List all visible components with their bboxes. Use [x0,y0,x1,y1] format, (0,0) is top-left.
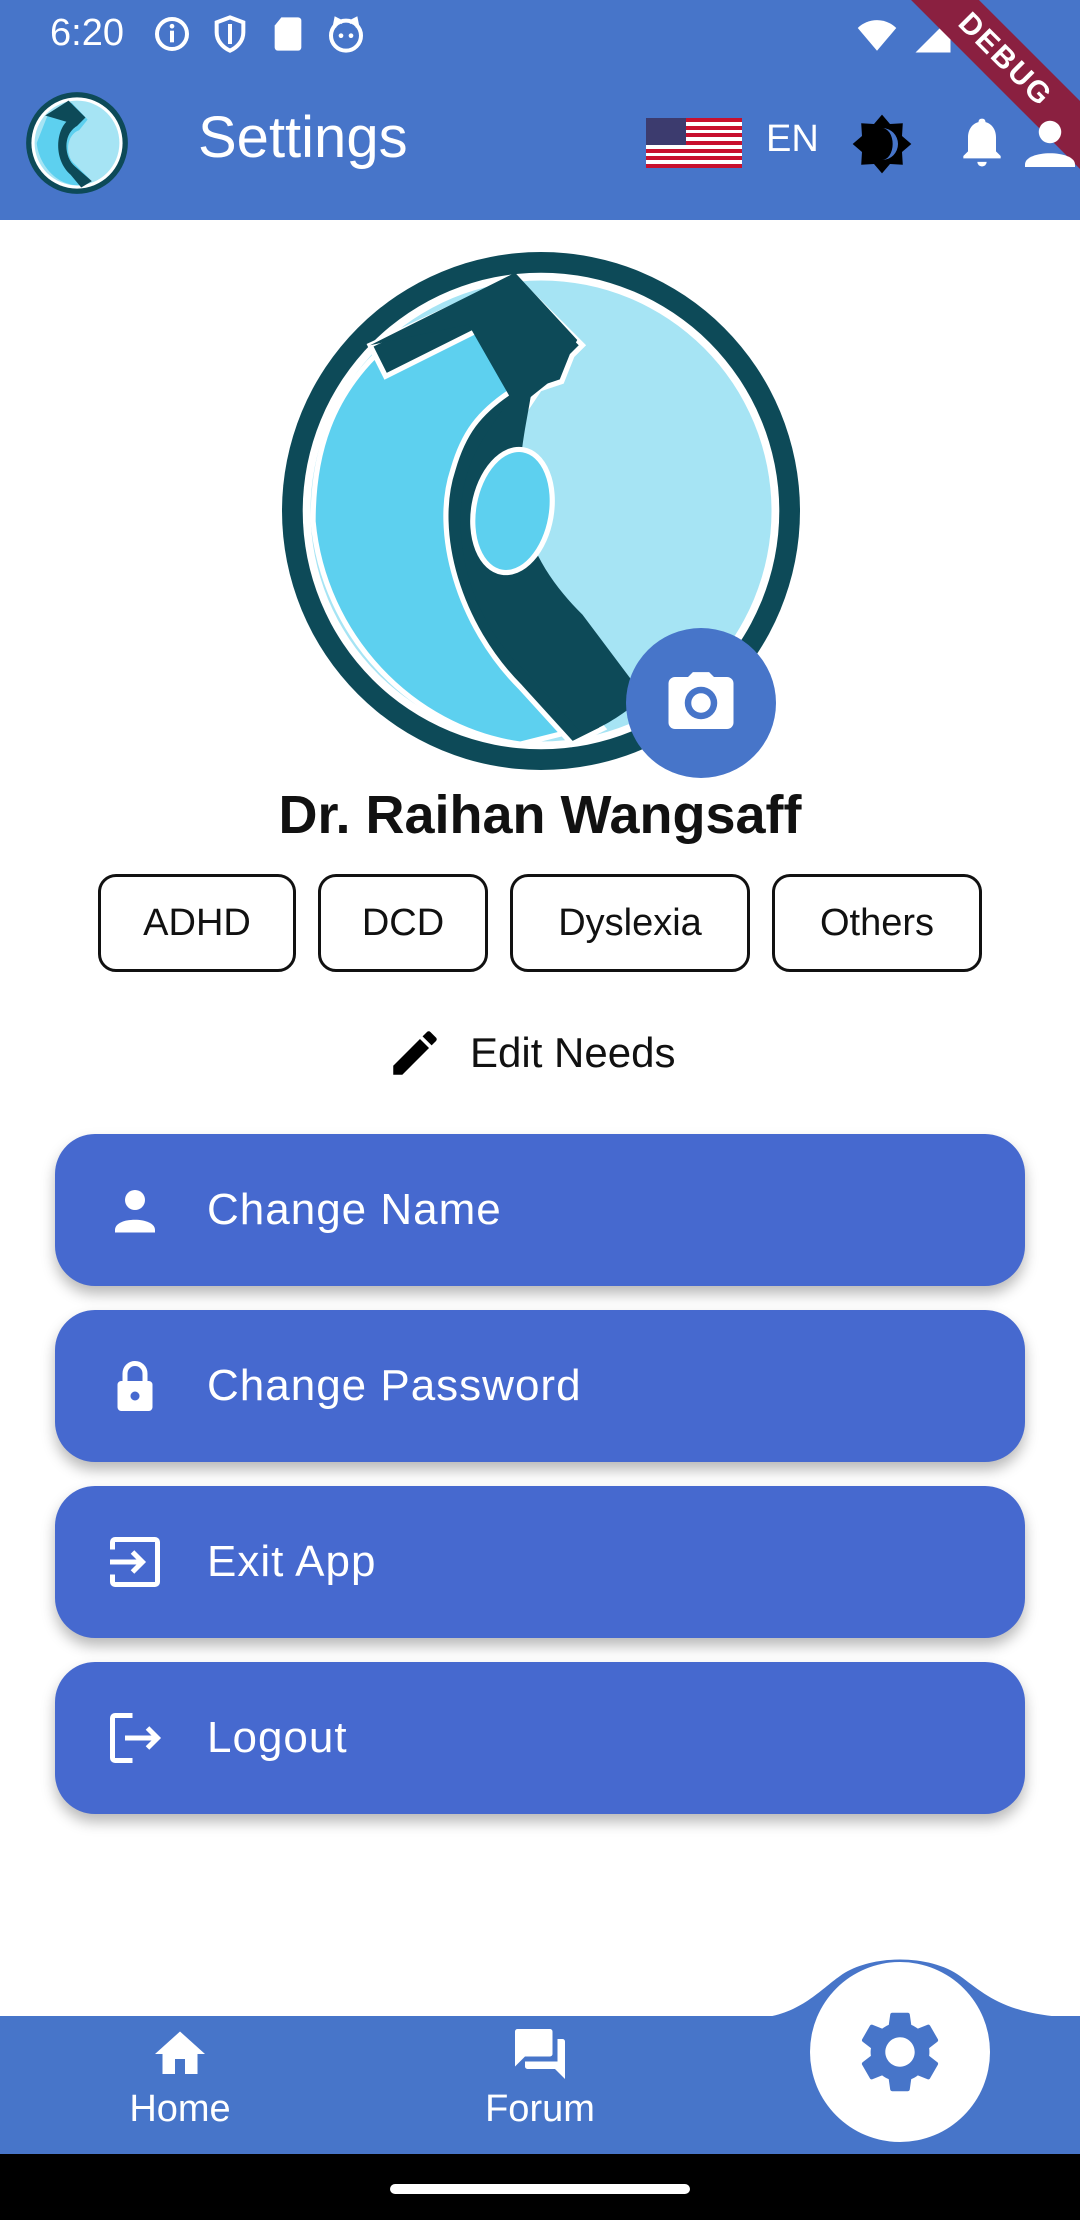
gear-icon [861,2012,939,2092]
needs-chips: ADHD DCD Dyslexia Others [98,874,982,972]
pencil-icon [393,1031,437,1075]
home-gesture-pill[interactable] [390,2184,690,2194]
lock-icon [117,1361,153,1411]
change-name-label: Change Name [207,1185,502,1234]
settings-fab[interactable] [810,1962,990,2142]
exit-icon [110,1537,160,1587]
nav-home-label: Home [129,2088,231,2130]
us-flag-icon[interactable] [646,118,742,168]
nav-home[interactable]: Home [80,2024,280,2131]
home-icon [155,2031,205,2074]
need-chip[interactable]: Others [772,874,982,972]
change-photo-button[interactable] [626,628,776,778]
need-chip[interactable]: Dyslexia [510,874,750,972]
app-logo [26,92,128,194]
user-name: Dr. Raihan Wangsaff [278,785,802,845]
shield-icon [214,15,246,53]
nav-forum[interactable]: Forum [440,2024,640,2131]
user-icon[interactable] [1020,112,1080,172]
edit-needs-label: Edit Needs [470,1029,676,1076]
bell-icon[interactable] [954,112,1010,172]
logout-label: Logout [207,1713,348,1762]
cat-icon [329,16,363,53]
need-chip[interactable]: ADHD [98,874,296,972]
logout-icon [110,1713,162,1763]
edit-needs-button[interactable]: Edit Needs [386,1024,675,1082]
sd-card-icon [274,17,302,51]
theme-icon[interactable] [850,112,914,176]
nav-forum-label: Forum [485,2088,595,2130]
app-bar: 6:20 DEBUG Settings EN [0,0,1080,220]
change-name-button[interactable]: Change Name [55,1134,1025,1286]
person-icon [115,1190,155,1233]
status-left-icons [152,14,366,54]
change-password-label: Change Password [207,1361,582,1410]
need-chip[interactable]: DCD [318,874,488,972]
exit-app-button[interactable]: Exit App [55,1486,1025,1638]
camera-icon [668,672,734,729]
wifi-icon [857,20,897,51]
logout-button[interactable]: Logout [55,1662,1025,1814]
language-code[interactable]: EN [766,118,819,161]
page-title: Settings [198,105,408,170]
forum-icon [515,2029,565,2079]
exit-app-label: Exit App [207,1537,377,1586]
status-time: 6:20 [50,12,124,54]
info-icon [155,17,189,51]
change-password-button[interactable]: Change Password [55,1310,1025,1462]
